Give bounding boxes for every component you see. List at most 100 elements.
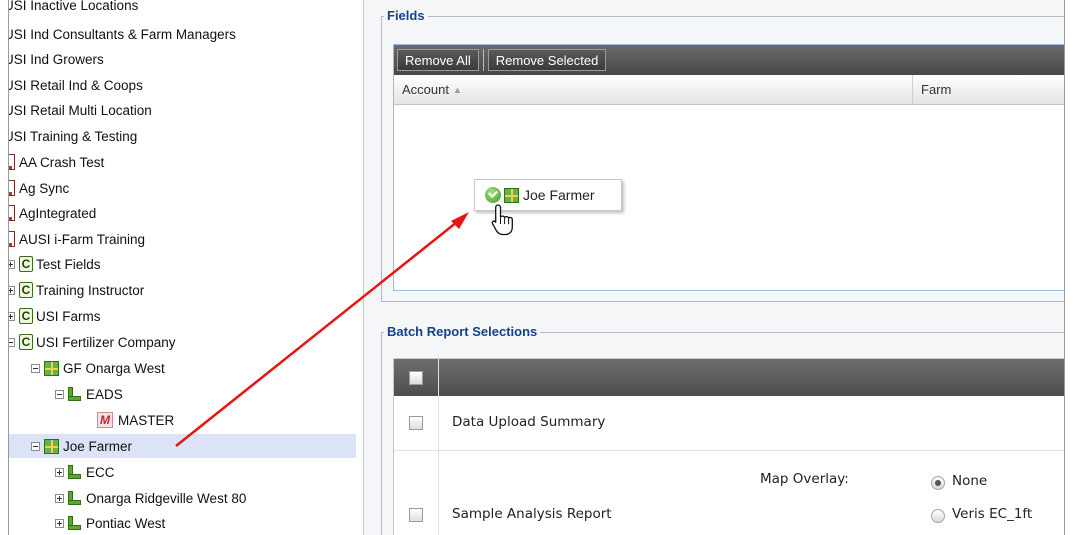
collapse-icon[interactable] xyxy=(31,441,40,451)
drag-proxy-label: Joe Farmer xyxy=(523,187,595,203)
fields-grid: Remove All Remove Selected Account ▲ Far… xyxy=(393,44,1064,291)
column-account[interactable]: Account ▲ xyxy=(394,75,913,104)
tree-item-label: AgIntegrated xyxy=(19,205,97,221)
farm-grid-icon xyxy=(44,438,59,454)
overlay-veris-radio[interactable] xyxy=(931,509,945,523)
tree-item-label: MASTER xyxy=(118,412,175,428)
tree-item-agintegrated[interactable]: AgIntegrated xyxy=(9,201,96,225)
tree-item-usi-ind-growers[interactable]: USI Ind Growers xyxy=(9,47,104,71)
app-window: USI Inactive Locations USI Ind Consultan… xyxy=(8,0,1065,535)
sample-analysis-label: Sample Analysis Report xyxy=(452,506,612,522)
company-c-icon: C xyxy=(19,308,33,324)
remove-selected-button[interactable]: Remove Selected xyxy=(487,49,607,71)
tree-item-label: Onarga Ridgeville West 80 xyxy=(86,490,247,506)
sample-analysis-checkbox[interactable] xyxy=(409,508,423,522)
column-account-label: Account xyxy=(402,82,449,97)
account-icon xyxy=(9,205,15,221)
overlay-none-radio[interactable] xyxy=(931,476,945,490)
tree-item-joe-farmer[interactable]: Joe Farmer xyxy=(9,434,356,458)
farm-grid-icon xyxy=(44,360,59,376)
map-overlay-label: Map Overlay: xyxy=(760,471,849,487)
data-upload-label: Data Upload Summary xyxy=(452,414,606,430)
tree-item-label: Training Instructor xyxy=(36,282,145,298)
expand-icon[interactable] xyxy=(9,311,15,321)
expand-icon[interactable] xyxy=(9,259,15,269)
tree-item-usi-retail-ind-coops[interactable]: USI Retail Ind & Coops xyxy=(9,73,143,97)
field-icon xyxy=(68,491,81,505)
tree-item-label: USI Training & Testing xyxy=(9,128,138,144)
tree-item-usi-ind-consultants[interactable]: USI Ind Consultants & Farm Managers xyxy=(9,22,236,46)
tree-item-usi-farms[interactable]: C USI Farms xyxy=(9,304,101,328)
field-icon xyxy=(68,516,81,530)
tree-item-training-instructor[interactable]: C Training Instructor xyxy=(9,278,144,302)
tree-item-label: Test Fields xyxy=(36,256,101,272)
tree-item-eads[interactable]: EADS xyxy=(55,382,123,406)
collapse-icon[interactable] xyxy=(9,337,15,347)
tree-item-label: USI Retail Multi Location xyxy=(9,102,152,118)
select-all-checkbox[interactable] xyxy=(409,371,423,385)
fields-toolbar: Remove All Remove Selected xyxy=(394,45,1064,75)
report-panel: Fields Remove All Remove Selected Accoun… xyxy=(363,0,1064,535)
check-circle-icon xyxy=(485,187,501,203)
company-c-icon: C xyxy=(19,282,33,298)
tree-item-label: USI Ind Growers xyxy=(9,51,104,67)
tree-item-label: AUSI i-Farm Training xyxy=(19,231,146,247)
tree-item-ecc[interactable]: ECC xyxy=(55,460,115,484)
fields-legend: Fields xyxy=(384,8,428,23)
account-icon xyxy=(9,231,15,247)
expand-icon[interactable] xyxy=(55,467,64,477)
account-icon xyxy=(9,180,15,196)
tree-item-label: USI Inactive Locations xyxy=(9,0,139,13)
tree-item-label: AA Crash Test xyxy=(19,154,105,170)
tree-item-test-fields[interactable]: C Test Fields xyxy=(9,252,101,276)
tree-item-label: Ag Sync xyxy=(19,180,70,196)
batch-grid: Data Upload Summary Sample Analysis Repo… xyxy=(393,358,1064,535)
collapse-icon[interactable] xyxy=(31,363,40,373)
remove-all-button[interactable]: Remove All xyxy=(397,49,479,71)
overlay-veris-label: Veris EC_1ft xyxy=(952,506,1033,522)
tree-item-usi-retail-multi-location[interactable]: USI Retail Multi Location xyxy=(9,98,152,122)
tree-item-label: USI Ind Consultants & Farm Managers xyxy=(9,26,236,42)
tree-item-gf-onarga-west[interactable]: GF Onarga West xyxy=(31,356,165,380)
tree-item-ag-sync[interactable]: Ag Sync xyxy=(9,176,69,200)
hand-pointer-icon xyxy=(491,204,513,236)
tree-item-usi-fertilizer-company[interactable]: C USI Fertilizer Company xyxy=(9,330,176,354)
tree-item-onarga-ridgeville-west-80[interactable]: Onarga Ridgeville West 80 xyxy=(55,486,246,510)
batch-row-sample-analysis: Sample Analysis Report Map Overlay: None… xyxy=(394,451,1064,535)
tree-item-label: GF Onarga West xyxy=(63,360,165,376)
column-farm[interactable]: Farm xyxy=(913,75,1064,104)
management-m-icon: M xyxy=(97,412,113,428)
company-c-icon: C xyxy=(19,334,33,350)
account-tree: USI Inactive Locations USI Ind Consultan… xyxy=(9,0,356,535)
overlay-none-label: None xyxy=(952,473,988,489)
tree-item-ausi-ifarm-training[interactable]: AUSI i-Farm Training xyxy=(9,227,145,251)
column-farm-label: Farm xyxy=(921,82,952,97)
company-c-icon: C xyxy=(19,256,33,272)
tree-item-label: USI Fertilizer Company xyxy=(36,334,176,350)
tree-item-usi-inactive-locations[interactable]: USI Inactive Locations xyxy=(9,0,138,17)
expand-icon[interactable] xyxy=(55,518,64,528)
tree-item-label: EADS xyxy=(86,386,123,402)
farm-grid-icon xyxy=(504,187,519,203)
tree-item-label: USI Farms xyxy=(36,308,101,324)
tree-item-master[interactable]: M MASTER xyxy=(97,408,174,432)
batch-legend: Batch Report Selections xyxy=(384,324,541,339)
account-icon xyxy=(9,154,15,170)
tree-item-aa-crash-test[interactable]: AA Crash Test xyxy=(9,150,104,174)
data-upload-checkbox[interactable] xyxy=(409,416,423,430)
expand-icon[interactable] xyxy=(9,285,15,295)
batch-row-data-upload: Data Upload Summary xyxy=(394,396,1064,451)
batch-grid-header xyxy=(394,359,1064,396)
tree-item-label: USI Retail Ind & Coops xyxy=(9,77,143,93)
toolbar-separator xyxy=(482,49,484,71)
fields-column-header: Account ▲ Farm xyxy=(394,75,1064,105)
tree-item-pontiac-west[interactable]: Pontiac West xyxy=(55,511,165,535)
field-icon xyxy=(68,387,81,401)
tree-item-label: Joe Farmer xyxy=(63,438,133,454)
tree-item-label: Pontiac West xyxy=(86,515,166,531)
sort-asc-icon: ▲ xyxy=(452,84,462,95)
field-icon xyxy=(68,465,81,479)
collapse-icon[interactable] xyxy=(55,389,64,399)
expand-icon[interactable] xyxy=(55,493,64,503)
tree-item-usi-training-testing[interactable]: USI Training & Testing xyxy=(9,124,137,148)
